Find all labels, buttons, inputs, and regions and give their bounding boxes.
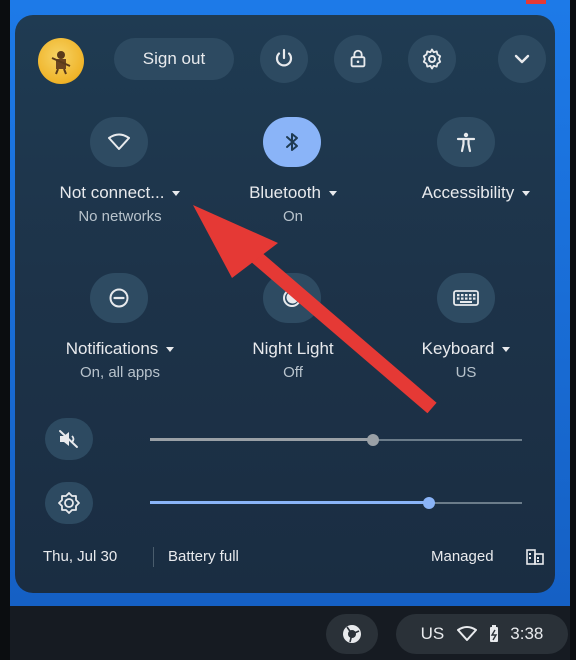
battery-icon: [490, 625, 499, 642]
lock-icon: [350, 49, 366, 68]
notifications-tile-label[interactable]: Notifications: [40, 339, 200, 359]
battery-status: Battery full: [168, 548, 239, 565]
power-icon: [275, 48, 293, 67]
night-light-icon: [283, 289, 301, 307]
notifications-tile-status: On, all apps: [79, 364, 161, 381]
settings-button[interactable]: [408, 35, 456, 83]
bluetooth-tile-label[interactable]: Bluetooth: [213, 183, 373, 203]
network-tile-status: No networks: [78, 208, 162, 225]
caret-down-icon: [328, 191, 337, 197]
power-button[interactable]: [260, 35, 308, 83]
brightness-slider-fill: [150, 501, 429, 504]
accessibility-tile-title: Accessibility: [421, 183, 515, 202]
accessibility-tile-button[interactable]: [437, 117, 495, 167]
mute-toggle-button[interactable]: [45, 418, 93, 460]
footer-divider: [153, 547, 154, 567]
night-light-tile-label[interactable]: Night Light: [213, 339, 373, 359]
capture-mode-button[interactable]: [326, 614, 378, 654]
gear-icon: [422, 48, 442, 70]
notifications-tile-button[interactable]: [90, 273, 148, 323]
ime-label: US: [420, 624, 445, 643]
night-light-tile-status: Off: [283, 364, 303, 381]
avatar-figure-icon: [51, 51, 71, 75]
caret-down-icon: [166, 347, 175, 353]
caret-down-icon: [502, 347, 511, 353]
do-not-disturb-icon: [109, 288, 129, 308]
screen-border-left: [0, 0, 10, 660]
sign-out-button[interactable]: Sign out: [114, 38, 234, 80]
wifi-status-icon: [457, 626, 478, 641]
date-label[interactable]: Thu, Jul 30: [43, 548, 117, 565]
keyboard-tile-label[interactable]: Keyboard: [386, 339, 546, 359]
keyboard-tile-title: Keyboard: [421, 339, 495, 358]
network-tile-label[interactable]: Not connect...: [40, 183, 200, 203]
volume-slider-thumb[interactable]: [367, 434, 380, 446]
volume-slider-fill: [150, 438, 374, 441]
volume-muted-icon: [59, 430, 78, 448]
managed-label[interactable]: Managed: [431, 548, 494, 565]
screen-capture-icon: [343, 625, 361, 643]
brightness-slider[interactable]: [150, 493, 522, 513]
brightness-button[interactable]: [45, 482, 93, 524]
chevron-down-icon: [514, 54, 530, 64]
collapse-button[interactable]: [498, 35, 546, 83]
screen-border-right: [570, 0, 576, 660]
accessibility-tile-label[interactable]: Accessibility: [396, 183, 556, 203]
system-tray-button[interactable]: US 3:38: [396, 614, 568, 654]
bluetooth-tile-title: Bluetooth: [249, 183, 321, 202]
bluetooth-tile-status: On: [282, 208, 303, 225]
bluetooth-icon: [286, 133, 298, 151]
lock-button[interactable]: [334, 35, 382, 83]
accessibility-icon: [456, 132, 476, 153]
volume-slider[interactable]: [150, 430, 522, 450]
network-tile-button[interactable]: [90, 117, 148, 167]
clock-time: 3:38: [510, 624, 544, 643]
enterprise-building-icon: [526, 549, 544, 565]
keyboard-tile-status: US: [455, 364, 477, 381]
brightness-icon: [58, 492, 80, 514]
user-avatar[interactable]: [38, 38, 84, 84]
caret-down-icon: [172, 191, 181, 197]
keyboard-icon: [453, 290, 479, 306]
wifi-icon: [108, 133, 130, 150]
night-light-tile-button[interactable]: [263, 273, 321, 323]
wallpaper-accent: [526, 0, 546, 4]
notifications-tile-title: Notifications: [65, 339, 159, 358]
network-tile-title: Not connect...: [59, 183, 165, 202]
caret-down-icon: [522, 191, 531, 197]
bluetooth-tile-button[interactable]: [263, 117, 321, 167]
keyboard-tile-button[interactable]: [437, 273, 495, 323]
sign-out-label: Sign out: [142, 49, 206, 68]
brightness-slider-thumb[interactable]: [423, 497, 435, 509]
